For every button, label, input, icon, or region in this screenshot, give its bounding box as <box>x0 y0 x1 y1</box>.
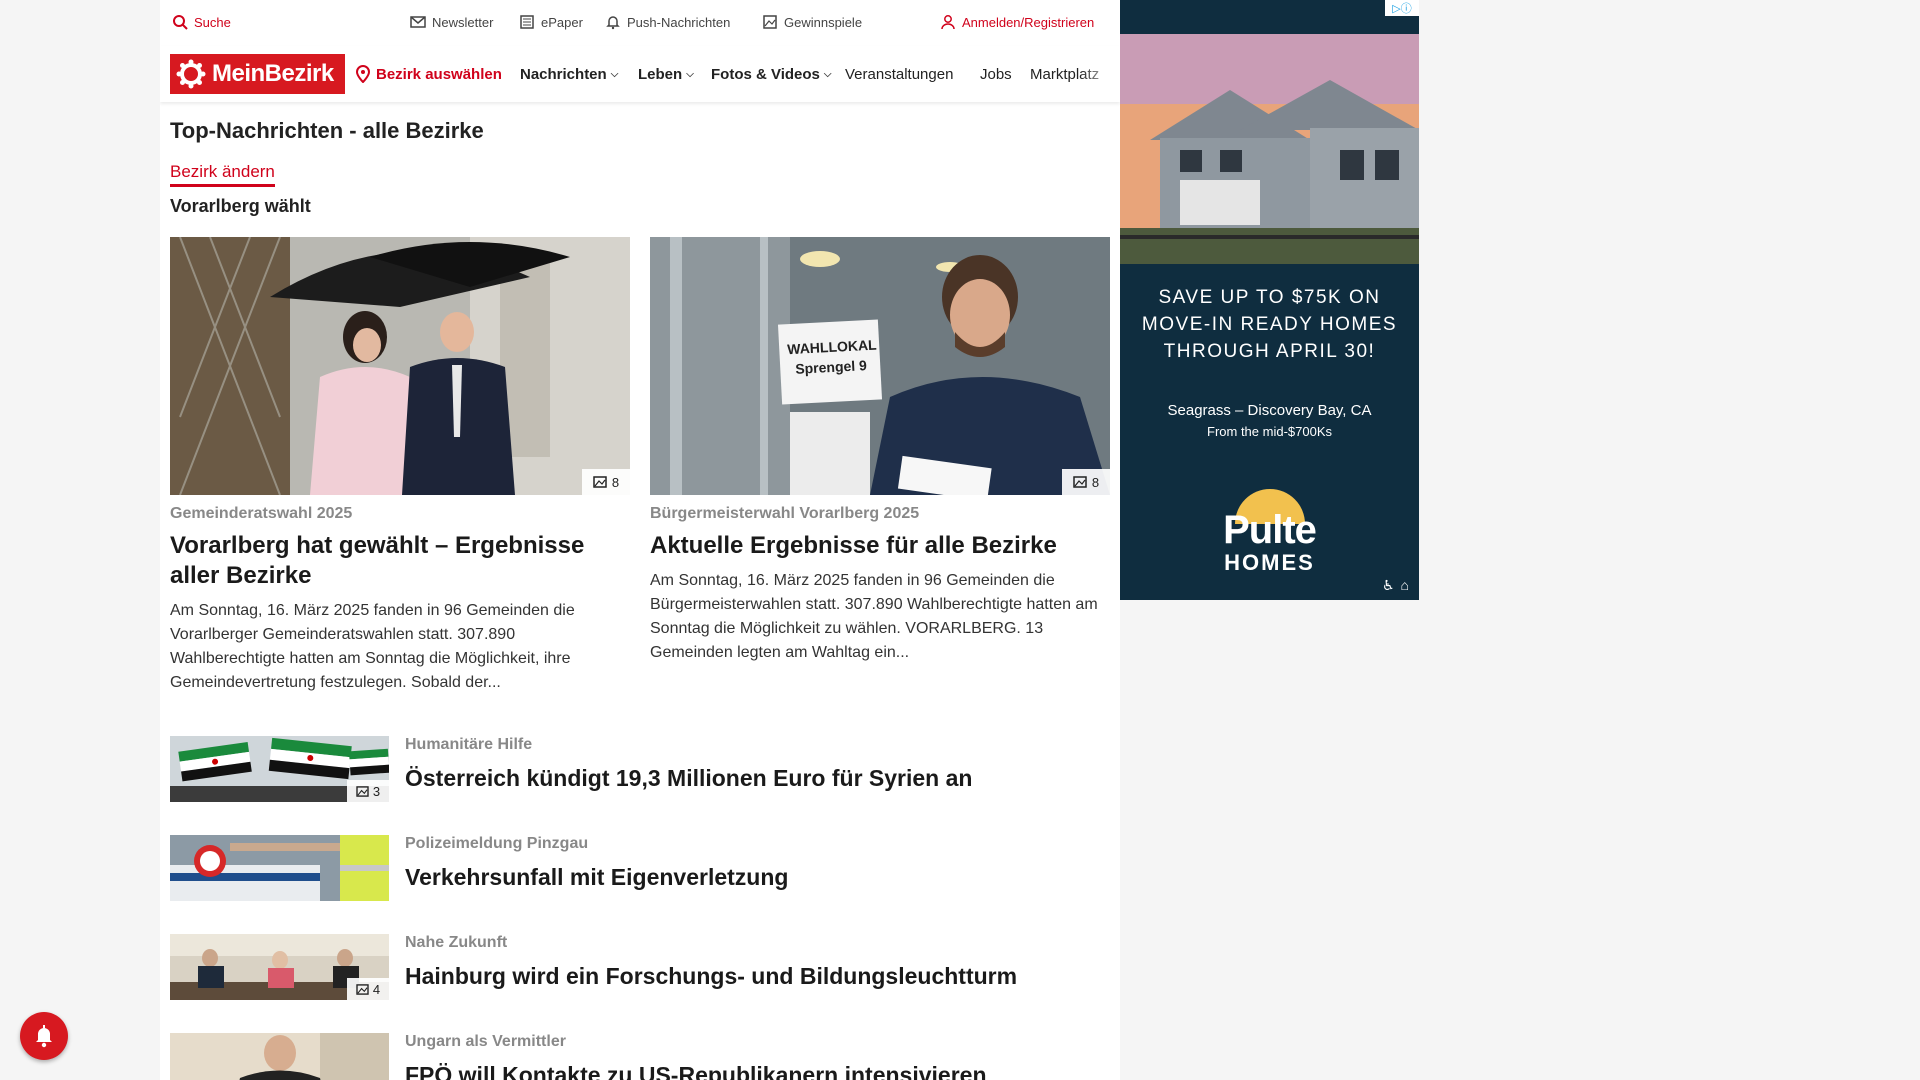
chevron-down-icon: ⌵ <box>686 69 694 80</box>
search-icon <box>173 15 188 30</box>
bezirk-label: Bezirk auswählen <box>376 65 502 83</box>
photo-count: 8 <box>611 474 620 490</box>
equal-housing-icon: ⌂ <box>1400 577 1409 593</box>
article-teaser: Am Sonntag, 16. März 2025 fanden in 96 G… <box>650 572 1098 661</box>
article-headline[interactable]: Hainburg wird ein Forschungs- und Bildun… <box>405 963 1017 990</box>
bezirk-select[interactable]: Bezirk auswählen <box>356 65 502 83</box>
photo-count-badge: 8 <box>582 469 630 495</box>
ad-headline: SAVE UP TO $75K ON MOVE-IN READY HOMES T… <box>1141 287 1398 362</box>
wahllokal-photo: WAHLLOKAL Sprengel 9 <box>650 237 1110 495</box>
gallery-icon <box>593 476 607 488</box>
search-label: Suche <box>194 14 231 30</box>
nav-fotos-label: Fotos & Videos <box>711 66 820 83</box>
logo-sun-icon <box>176 59 206 89</box>
page-title: Top-Nachrichten - alle Bezirke <box>170 118 484 143</box>
article-image[interactable]: 8 <box>170 237 630 495</box>
user-icon <box>941 15 955 30</box>
bell-icon <box>36 1025 52 1048</box>
photo-count: 3 <box>372 783 381 799</box>
umbrella-photo <box>170 237 630 495</box>
main-content: Suche Newsletter ePaper Push-Nachrichten… <box>160 0 1120 1080</box>
gewinnspiele-label: Gewinnspiele <box>784 14 863 30</box>
gallery-icon <box>356 785 369 797</box>
login-link[interactable]: Anmelden/Registrieren <box>940 14 1094 30</box>
list-item[interactable]: Ungarn als Vermittler FPÖ will Kontakte … <box>170 1033 1110 1080</box>
featured-article-1[interactable]: 8 Gemeinderatswahl 2025 Vorarlberg hat g… <box>170 237 630 695</box>
chevron-down-icon: ⌵ <box>823 69 832 80</box>
gallery-icon <box>356 983 369 995</box>
article-headline[interactable]: Aktuelle Ergebnisse für alle Bezirke <box>650 531 1110 561</box>
photo-count-badge: 8 <box>1062 469 1110 495</box>
nav-leben-label: Leben <box>638 66 683 83</box>
ad-brand-name: Pulte <box>1223 508 1317 552</box>
gewinnspiele-link[interactable]: Gewinnspiele <box>762 14 862 30</box>
search-link[interactable]: Suche <box>172 14 231 30</box>
article-thumbnail[interactable] <box>170 835 389 901</box>
nav-veranstaltungen[interactable]: Veranstaltungen <box>845 66 953 83</box>
portrait-photo <box>170 1033 389 1080</box>
article-headline[interactable]: FPÖ will Kontakte zu US-Republikanern in… <box>405 1062 987 1080</box>
ad-location: Seagrass – Discovery Bay, CA <box>1167 402 1372 419</box>
nav-jobs-label: Jobs <box>980 66 1012 83</box>
wheelchair-icon: ♿ <box>1381 577 1395 593</box>
article-thumbnail[interactable]: 3 <box>170 736 389 802</box>
bell-icon <box>606 16 620 30</box>
nav-nachrichten-label: Nachrichten <box>520 66 607 83</box>
article-kicker: Bürgermeisterwahl Vorarlberg 2025 <box>650 505 920 522</box>
epaper-label: ePaper <box>541 14 583 30</box>
advertisement[interactable]: ▷ⓘ SAVE UP TO $75K ON MOVE-IN READY HOME… <box>1120 0 1419 600</box>
location-pin-icon <box>356 65 370 83</box>
featured-article-2[interactable]: WAHLLOKAL Sprengel 9 8 Bürgermeisterwahl… <box>650 237 1110 665</box>
article-thumbnail[interactable] <box>170 1033 389 1080</box>
ad-price: From the mid-$700Ks <box>1207 424 1332 439</box>
change-bezirk-link[interactable]: Bezirk ändern <box>170 162 275 187</box>
site-logo[interactable]: MeinBezirk <box>170 54 345 94</box>
chevron-down-icon: ⌵ <box>610 69 619 80</box>
nav-leben[interactable]: Leben ⌵ <box>638 66 694 83</box>
list-item[interactable]: Polizeimeldung Pinzgau Verkehrsunfall mi… <box>170 835 1110 903</box>
ad-brand-sub: HOMES <box>1224 550 1315 575</box>
article-teaser: Am Sonntag, 16. März 2025 fanden in 96 G… <box>170 602 575 691</box>
photo-count-badge: 4 <box>347 978 389 1000</box>
article-kicker: Polizeimeldung Pinzgau <box>405 835 589 852</box>
article-headline[interactable]: Österreich kündigt 19,3 Millionen Euro f… <box>405 765 972 792</box>
article-kicker: Nahe Zukunft <box>405 934 508 951</box>
article-image[interactable]: WAHLLOKAL Sprengel 9 8 <box>650 237 1110 495</box>
nav-jobs[interactable]: Jobs <box>980 66 1012 83</box>
newsletter-link[interactable]: Newsletter <box>410 14 493 30</box>
list-item[interactable]: 4 Nahe Zukunft Hainburg wird ein Forschu… <box>170 934 1110 1002</box>
main-nav: MeinBezirk Bezirk auswählen Nachrichten ⌵… <box>160 46 1120 102</box>
image-icon <box>763 15 777 29</box>
list-item[interactable]: 3 Humanitäre Hilfe Österreich kündigt 19… <box>170 736 1110 804</box>
article-kicker: Humanitäre Hilfe <box>405 736 533 753</box>
newspaper-icon <box>520 15 534 29</box>
photo-count-badge: 3 <box>347 780 389 802</box>
notification-bell-button[interactable] <box>20 1012 68 1060</box>
section-title[interactable]: Vorarlberg wählt <box>170 196 311 217</box>
nav-fotos-videos[interactable]: Fotos & Videos ⌵ <box>711 66 832 83</box>
nav-fade <box>1080 46 1120 102</box>
article-headline[interactable]: Vorarlberg hat gewählt – Ergebnisse alle… <box>170 531 630 591</box>
epaper-link[interactable]: ePaper <box>519 14 583 30</box>
adchoices-icon[interactable]: ▷ⓘ <box>1385 0 1419 16</box>
newsletter-label: Newsletter <box>432 14 494 30</box>
push-label: Push-Nachrichten <box>627 14 731 30</box>
article-thumbnail[interactable]: 4 <box>170 934 389 1000</box>
nav-veranstaltungen-label: Veranstaltungen <box>845 66 954 83</box>
article-kicker: Gemeinderatswahl 2025 <box>170 505 353 522</box>
login-label: Anmelden/Registrieren <box>962 14 1095 30</box>
ad-house-photo <box>1120 0 1419 264</box>
gallery-icon <box>1073 476 1087 488</box>
mail-icon <box>410 16 426 28</box>
police-photo <box>170 835 389 901</box>
utility-bar: Suche Newsletter ePaper Push-Nachrichten… <box>160 0 1120 46</box>
ad-accessibility-icons: ♿ ⌂ <box>1382 577 1409 594</box>
article-kicker: Ungarn als Vermittler <box>405 1033 566 1050</box>
photo-count: 8 <box>1091 474 1100 490</box>
photo-count: 4 <box>372 981 381 997</box>
push-link[interactable]: Push-Nachrichten <box>605 14 730 30</box>
nav-nachrichten[interactable]: Nachrichten ⌵ <box>520 66 618 83</box>
article-headline[interactable]: Verkehrsunfall mit Eigenverletzung <box>405 864 788 891</box>
logo-text: MeinBezirk <box>212 60 334 87</box>
